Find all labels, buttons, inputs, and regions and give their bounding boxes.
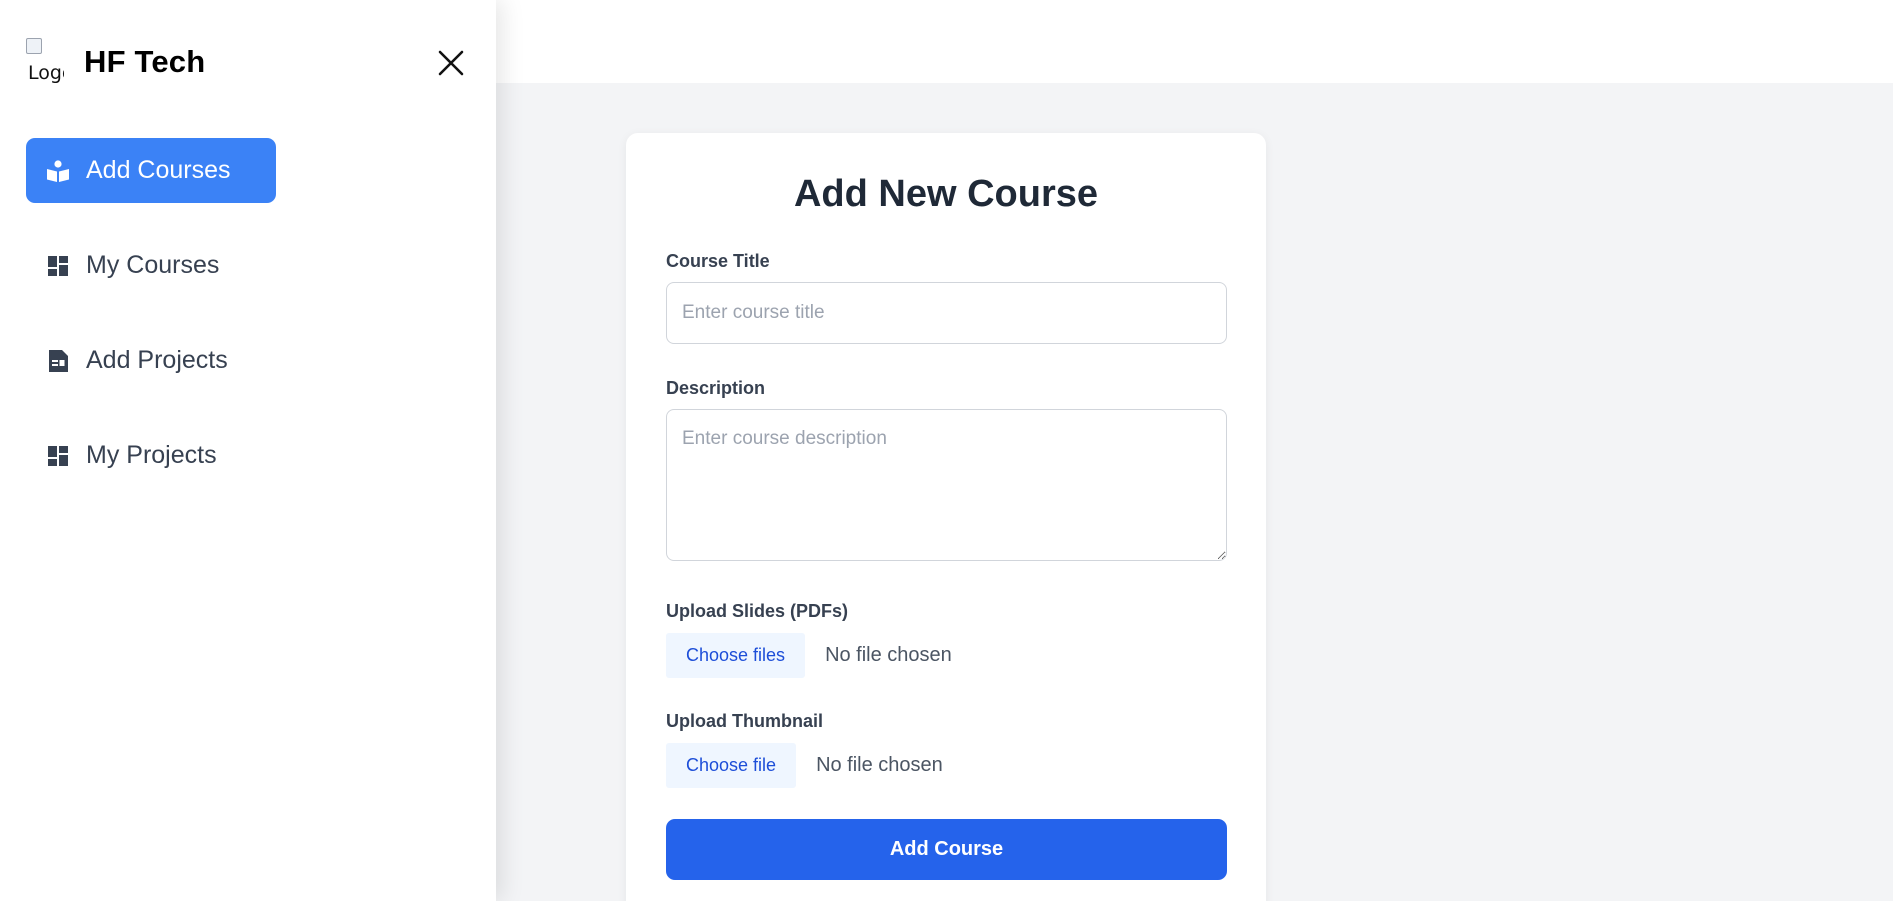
upload-slides-input: Choose files No file chosen [666,633,952,678]
logo-image: Logo [26,38,64,86]
description-textarea[interactable] [666,409,1227,561]
dashboard-icon [46,444,70,468]
course-title-input[interactable] [666,282,1227,344]
slides-file-status: No file chosen [825,644,952,666]
sidebar-item-my-projects[interactable]: My Projects [26,423,276,488]
thumbnail-file-status: No file chosen [816,754,943,776]
close-icon [438,50,464,76]
upload-thumbnail-input: Choose file No file chosen [666,743,943,788]
sidebar-item-label: Add Courses [86,156,231,184]
logo-alt-text: Logo [28,62,64,84]
broken-image-icon [26,38,42,54]
choose-file-button[interactable]: Choose file [666,743,797,788]
dashboard-icon [46,254,70,278]
choose-files-button[interactable]: Choose files [666,633,806,678]
sidebar-item-label: My Projects [86,441,217,469]
upload-slides-label: Upload Slides (PDFs) [666,601,849,621]
sidebar-nav: Add Courses My Courses Add Projects My P… [26,138,276,518]
add-course-button[interactable]: Add Course [666,819,1227,880]
brand-name: HF Tech [84,44,206,79]
document-icon [46,349,70,373]
close-sidebar-button[interactable] [436,48,466,78]
brand: Logo HF Tech [26,38,205,86]
sidebar-item-add-courses[interactable]: Add Courses [26,138,276,203]
book-reader-icon [46,159,70,183]
sidebar-item-label: Add Projects [86,346,228,374]
sidebar-item-my-courses[interactable]: My Courses [26,233,276,298]
sidebar-item-add-projects[interactable]: Add Projects [26,328,276,393]
upload-thumbnail-label: Upload Thumbnail [666,711,823,731]
description-label: Description [666,378,766,398]
course-title-label: Course Title [666,251,770,271]
page-title: Add New Course [793,173,1099,215]
add-course-form: Add New Course Course Title Description … [626,133,1266,901]
sidebar: Logo HF Tech Add Courses [0,0,496,901]
sidebar-item-label: My Courses [86,251,220,279]
